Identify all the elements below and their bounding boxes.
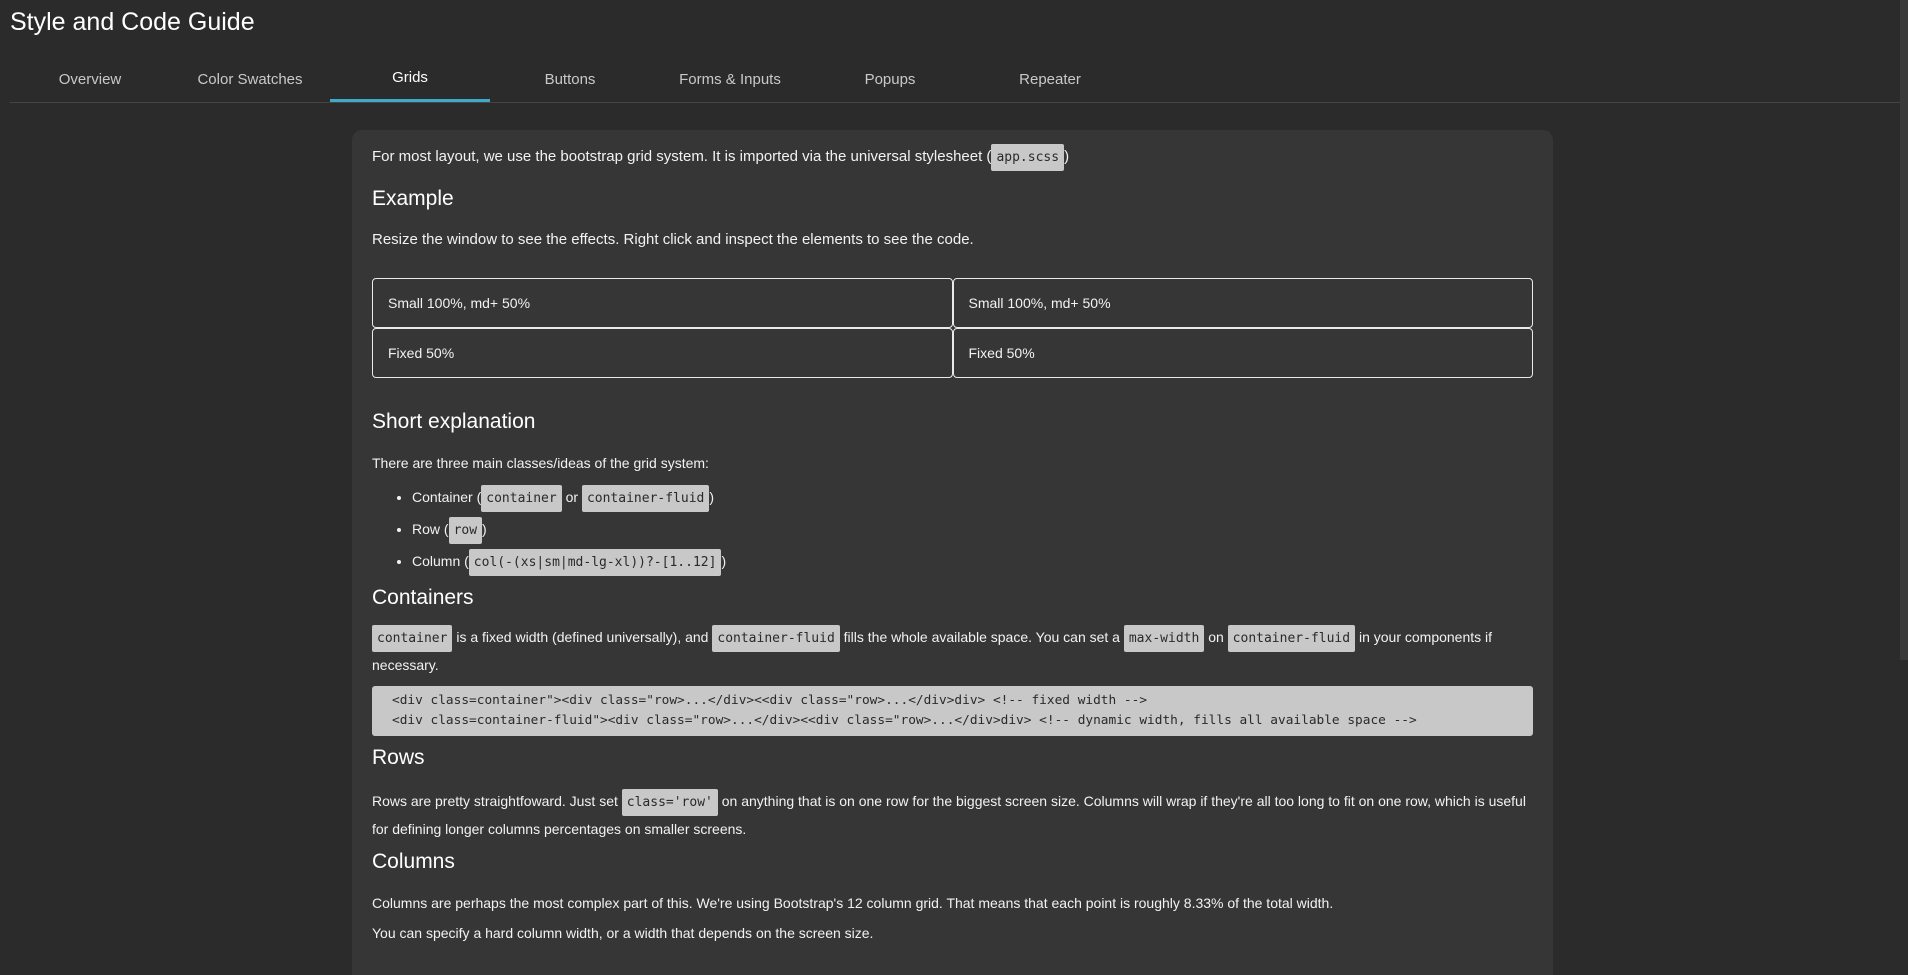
tab-grids[interactable]: Grids (330, 56, 490, 102)
code-class-row: class='row' (621, 789, 718, 816)
code-container: container (372, 625, 453, 652)
short-explanation-heading: Short explanation (372, 410, 536, 433)
code-line: <div class=container"><div class="row>..… (392, 693, 1148, 708)
grid-cell: Fixed 50% (952, 328, 1533, 378)
code-max-width: max-width (1123, 625, 1205, 652)
tab-repeater[interactable]: Repeater (970, 56, 1130, 102)
tab-popups[interactable]: Popups (810, 56, 970, 102)
list-item-end: ) (721, 553, 727, 569)
columns-text: Columns are perhaps the most complex par… (372, 895, 1334, 911)
list-item-end: ) (709, 489, 715, 505)
code-container-fluid: container-fluid (712, 625, 840, 652)
tab-overview[interactable]: Overview (10, 56, 170, 102)
page-scrollbar[interactable] (1900, 0, 1908, 660)
list-item-end: ) (482, 521, 487, 537)
list-item-or: or (565, 489, 579, 505)
columns-heading: Columns (372, 850, 455, 873)
rows-paragraph: Rows are pretty straightfoward. Just set… (372, 788, 1533, 842)
example-heading: Example (372, 187, 454, 210)
list-item: Container (container or container-fluid) (412, 482, 1533, 514)
tab-bar: Overview Color Swatches Grids Buttons Fo… (10, 56, 1900, 103)
containers-heading: Containers (372, 586, 474, 609)
grid-cell: Fixed 50% (372, 328, 953, 378)
intro-text: For most layout, we use the bootstrap gr… (372, 148, 992, 165)
page-title: Style and Code Guide (10, 8, 255, 36)
short-explanation-text: There are three main classes/ideas of th… (372, 455, 709, 471)
code-container-fluid: container-fluid (1227, 625, 1356, 652)
list-item: Row (row) (412, 514, 1533, 546)
grid-classes-list: Container (container or container-fluid)… (412, 482, 1533, 578)
containers-text: is a fixed width (defined universally), … (452, 629, 713, 645)
list-item-label: Row ( (412, 521, 449, 537)
code-column: col(-(xs|sm|md-lg-xl))?-[1..12] (468, 549, 722, 576)
grid-row: Small 100%, md+ 50% Small 100%, md+ 50% (372, 278, 1533, 328)
code-block: <div class=container"><div class="row>..… (372, 686, 1533, 736)
list-item: Column (col(-(xs|sm|md-lg-xl))?-[1..12]) (412, 546, 1533, 578)
tab-color-swatches[interactable]: Color Swatches (170, 56, 330, 102)
rows-heading: Rows (372, 746, 425, 769)
tab-forms-inputs[interactable]: Forms & Inputs (650, 56, 810, 102)
code-container-fluid: container-fluid (581, 485, 710, 512)
containers-text: fills the whole available space. You can… (839, 629, 1124, 645)
tab-buttons[interactable]: Buttons (490, 56, 650, 102)
example-text: Resize the window to see the effects. Ri… (372, 231, 974, 248)
containers-text: on (1204, 629, 1228, 645)
containers-paragraph: container is a fixed width (defined univ… (372, 624, 1533, 678)
list-item-label: Container ( (412, 489, 482, 505)
grid-example: Small 100%, md+ 50% Small 100%, md+ 50% … (372, 278, 1533, 378)
grid-cell: Small 100%, md+ 50% (952, 278, 1533, 328)
code-container: container (481, 485, 562, 512)
intro-text-end: ) (1064, 148, 1070, 165)
intro-paragraph: For most layout, we use the bootstrap gr… (372, 144, 1533, 171)
rows-text: Rows are pretty straightfoward. Just set (372, 793, 622, 809)
code-line: <div class=container-fluid"><div class="… (392, 713, 1417, 728)
list-item-label: Column ( (412, 553, 469, 569)
grid-cell: Small 100%, md+ 50% (372, 278, 953, 328)
columns-text: You can specify a hard column width, or … (372, 925, 874, 941)
code-row: row (448, 517, 483, 544)
grid-row: Fixed 50% Fixed 50% (372, 328, 1533, 378)
intro-code: app.scss (991, 144, 1065, 171)
content-card: For most layout, we use the bootstrap gr… (352, 130, 1553, 975)
